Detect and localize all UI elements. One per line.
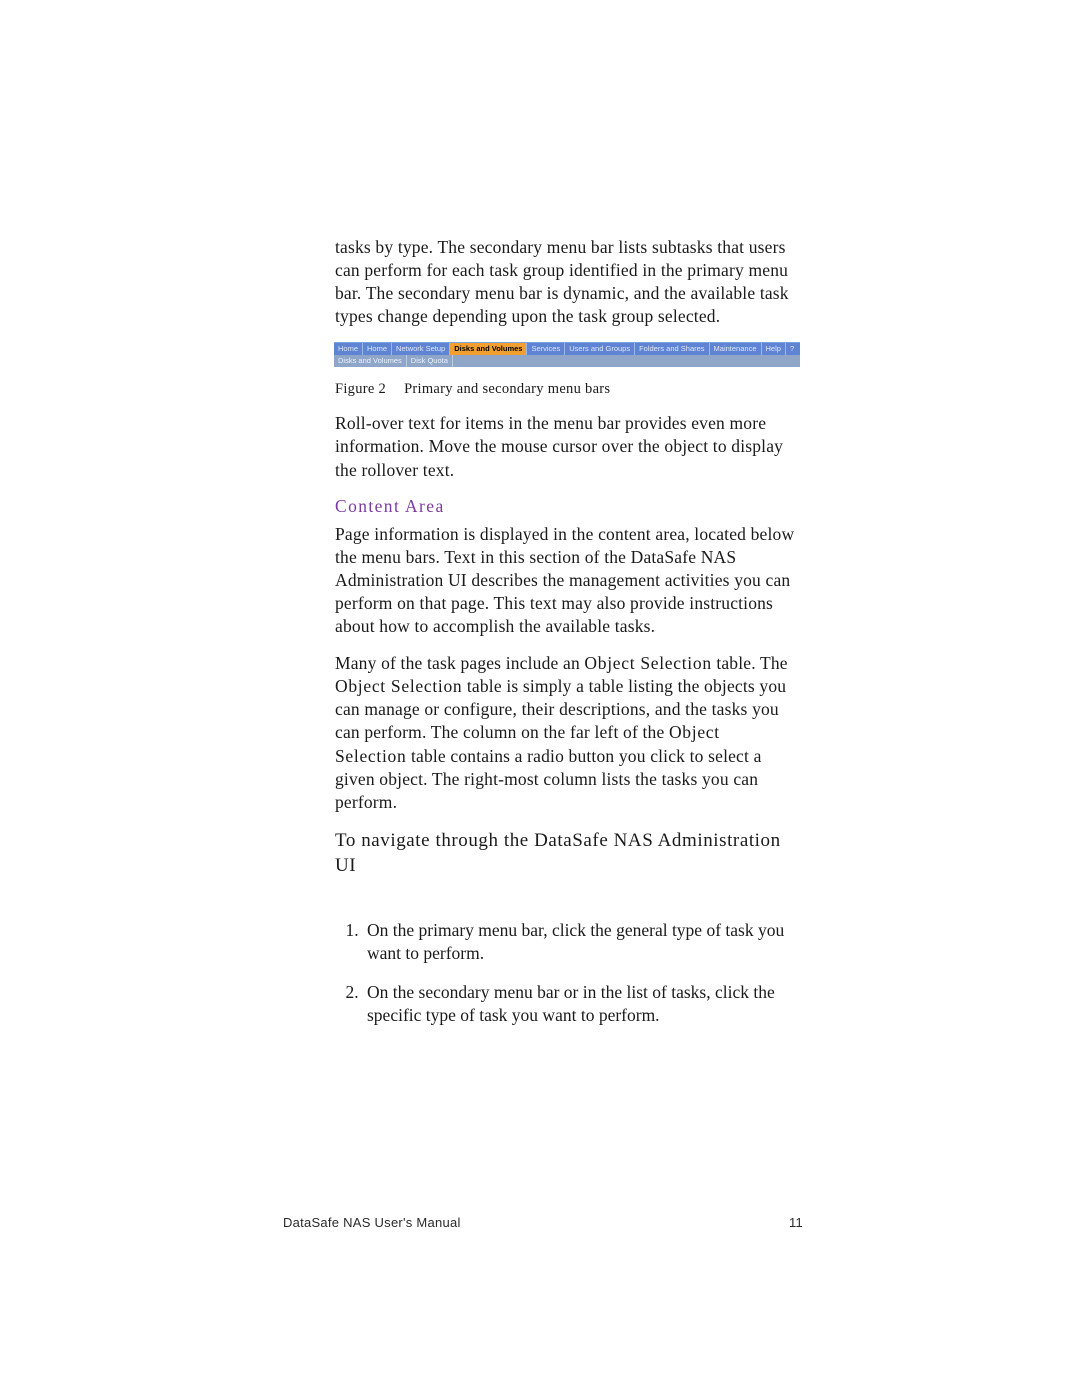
navigation-steps: On the primary menu bar, click the gener… bbox=[335, 919, 795, 1027]
primary-menu-item[interactable]: Services bbox=[527, 343, 565, 355]
figure-caption-text: Primary and secondary menu bars bbox=[404, 381, 610, 397]
primary-menu-item[interactable]: Home bbox=[334, 343, 363, 355]
footer-doc-title: DataSafe NAS User's Manual bbox=[283, 1215, 461, 1230]
menubar-figure: HomeHomeNetwork SetupDisks and VolumesSe… bbox=[334, 342, 800, 367]
primary-menu-item[interactable]: Maintenance bbox=[710, 343, 762, 355]
step-item: On the primary menu bar, click the gener… bbox=[363, 919, 795, 965]
primary-menu-item[interactable]: Folders and Shares bbox=[635, 343, 709, 355]
primary-menu-item[interactable]: ? bbox=[786, 343, 798, 355]
primary-menu-item[interactable]: Home bbox=[363, 343, 392, 355]
primary-menu-item[interactable]: Network Setup bbox=[392, 343, 450, 355]
object-selection-term: Object Selection bbox=[584, 653, 711, 673]
page-footer: DataSafe NAS User's Manual 11 bbox=[283, 1215, 803, 1230]
primary-menu-item[interactable]: Help bbox=[762, 343, 786, 355]
primary-menu-item[interactable]: Disks and Volumes bbox=[450, 343, 527, 355]
figure-caption: Figure 2 Primary and secondary menu bars bbox=[335, 381, 795, 398]
content-area-paragraph-1: Page information is displayed in the con… bbox=[335, 523, 795, 638]
content-column: tasks by type. The secondary menu bar li… bbox=[335, 236, 795, 1043]
object-selection-term: Object Selection bbox=[335, 676, 462, 696]
secondary-menu-item[interactable]: Disk Quota bbox=[407, 355, 453, 367]
rollover-paragraph: Roll-over text for items in the menu bar… bbox=[335, 412, 795, 481]
footer-page-number: 11 bbox=[789, 1215, 803, 1230]
figure-number: Figure 2 bbox=[335, 381, 386, 397]
primary-menu-item[interactable]: Users and Groups bbox=[565, 343, 635, 355]
primary-menu-bar: HomeHomeNetwork SetupDisks and VolumesSe… bbox=[334, 342, 800, 355]
navigate-subheading: To navigate through the DataSafe NAS Adm… bbox=[335, 828, 795, 879]
manual-page: tasks by type. The secondary menu bar li… bbox=[0, 0, 1080, 1397]
content-area-heading: Content Area bbox=[335, 496, 795, 517]
object-selection-paragraph: Many of the task pages include an Object… bbox=[335, 652, 795, 814]
intro-paragraph: tasks by type. The secondary menu bar li… bbox=[335, 236, 795, 328]
secondary-menu-bar: Disks and VolumesDisk Quota bbox=[334, 355, 800, 367]
secondary-menu-item[interactable]: Disks and Volumes bbox=[334, 355, 407, 367]
step-item: On the secondary menu bar or in the list… bbox=[363, 981, 795, 1027]
